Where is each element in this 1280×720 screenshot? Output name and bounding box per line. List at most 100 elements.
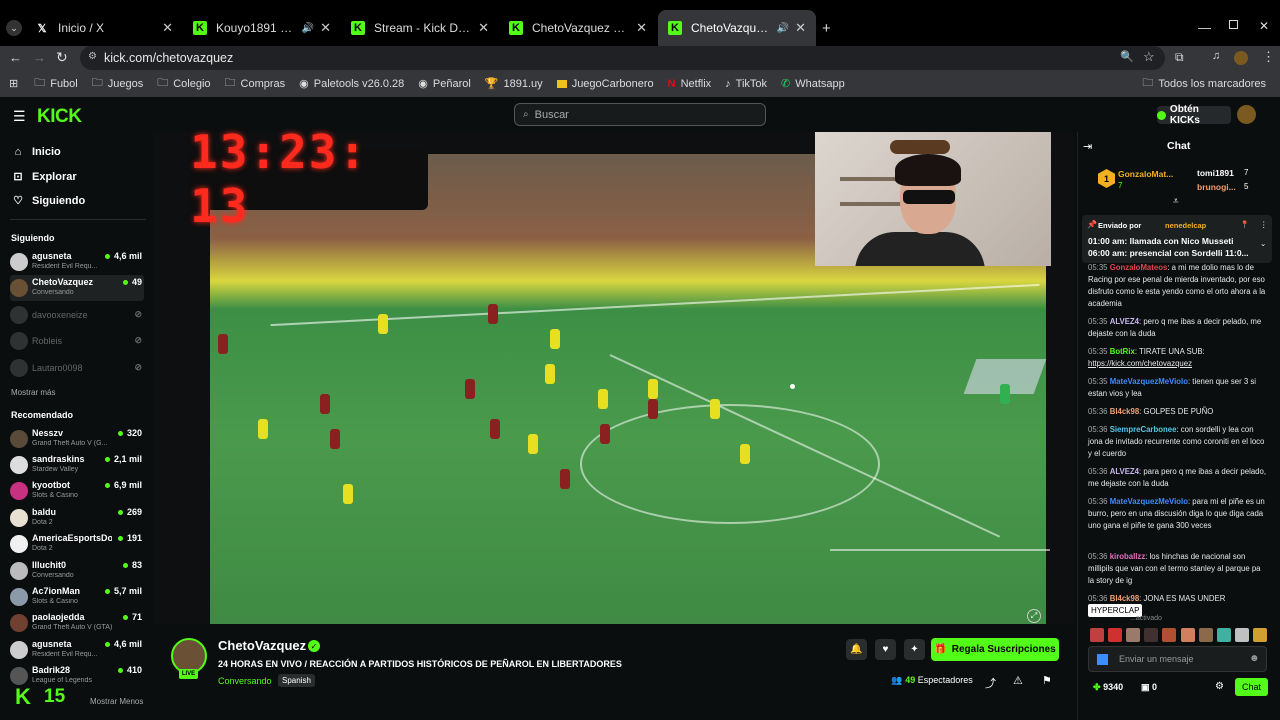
emote[interactable] bbox=[1199, 628, 1213, 642]
speaker-icon[interactable]: 🔊 bbox=[302, 23, 314, 34]
search-input[interactable]: ⌕ Buscar bbox=[514, 103, 766, 126]
nav-inicio[interactable]: ⌂ Inicio bbox=[11, 146, 61, 158]
report-icon[interactable]: ⚠ bbox=[1013, 674, 1023, 687]
following-item[interactable]: agusneta Resident Evil Requ... 4,6 mil bbox=[10, 249, 144, 275]
settings-icon[interactable]: ⚙ bbox=[1215, 681, 1224, 692]
chat-input[interactable]: Enviar un mensaje ☻ bbox=[1088, 646, 1267, 672]
emoji-icon[interactable]: ☻ bbox=[1249, 653, 1260, 664]
tab-kouyo[interactable]: KKouyo1891 Stream - Watch🔊✕ bbox=[183, 10, 341, 46]
nav-explorar[interactable]: ⊡ Explorar bbox=[11, 170, 76, 184]
recommended-item[interactable]: baldu Dota 2 269 bbox=[10, 505, 144, 531]
bookmark-1891[interactable]: 🏆 1891.uy bbox=[485, 77, 543, 91]
recommended-item[interactable]: Ac7ionMan Slots & Casino 5,7 mil bbox=[10, 584, 144, 610]
emote[interactable] bbox=[1253, 628, 1267, 642]
recommended-item[interactable]: sandraskins Stardew Valley 2,1 mil bbox=[10, 452, 144, 478]
nav-siguiendo[interactable]: ♡ Siguiendo bbox=[11, 194, 85, 208]
emote[interactable] bbox=[1181, 628, 1195, 642]
zoom-icon[interactable]: 🔍 bbox=[1120, 50, 1134, 63]
speaker-icon[interactable]: 🔊 bbox=[777, 23, 789, 34]
back-icon[interactable]: ← bbox=[9, 50, 22, 65]
forward-icon[interactable]: → bbox=[33, 50, 46, 65]
streamer-name[interactable]: ChetoVazquez bbox=[218, 638, 306, 653]
bookmark-colegio[interactable]: 🗀 Colegio bbox=[157, 74, 210, 93]
minimize-button[interactable]: — bbox=[1198, 20, 1211, 35]
recommended-item[interactable]: agusneta Resident Evil Requ... 4,6 mil bbox=[10, 637, 144, 663]
get-kicks-button[interactable]: Obtén KICKs bbox=[1157, 104, 1231, 126]
following-item[interactable]: davooxeneize ⊘ bbox=[10, 302, 144, 328]
fullscreen-icon[interactable]: ⤢ bbox=[1027, 609, 1041, 623]
recommended-item[interactable]: AmericaEsportsDo... Dota 2 191 bbox=[10, 531, 144, 557]
reload-icon[interactable]: ↻ bbox=[56, 49, 68, 66]
hamburger-icon[interactable]: ☰ bbox=[13, 108, 26, 125]
tab-dashboard[interactable]: KStream - Kick Dashboard✕ bbox=[341, 10, 499, 46]
bookmark-star-icon[interactable]: ☆ bbox=[1143, 49, 1155, 65]
language-tag[interactable]: Spanish bbox=[278, 674, 315, 687]
bookmark-penarol[interactable]: ◉ Peñarol bbox=[418, 77, 471, 91]
address-bar[interactable]: ⚙ kick.com/chetovazquez 🔍 ☆ bbox=[80, 46, 1165, 70]
collapse-chat-icon[interactable]: ⇥ bbox=[1083, 140, 1092, 153]
follow-button[interactable]: ♥ bbox=[875, 639, 896, 660]
following-item[interactable]: ChetoVazquez Conversando 49 bbox=[10, 275, 144, 301]
user-avatar[interactable] bbox=[1237, 105, 1256, 124]
unpin-icon[interactable]: 📍 bbox=[1240, 220, 1249, 229]
expand-icon[interactable]: ⌄ bbox=[1260, 239, 1266, 248]
tab-x[interactable]: 𝕏 Inicio / X ✕ bbox=[25, 10, 183, 46]
profile-avatar[interactable] bbox=[1234, 51, 1248, 65]
bookmark-netflix[interactable]: N Netflix bbox=[668, 78, 712, 90]
emote[interactable] bbox=[1217, 628, 1231, 642]
extensions-icon[interactable]: ⧉ bbox=[1175, 50, 1184, 65]
stream-category[interactable]: Conversando bbox=[218, 676, 272, 686]
close-icon[interactable]: ✕ bbox=[472, 20, 489, 36]
bookmark-paletools[interactable]: ◉ Paletools v26.0.28 bbox=[299, 77, 404, 91]
bookmark-juegos[interactable]: 🗀 Juegos bbox=[92, 74, 143, 93]
gift-counter[interactable]: ▣ 0 bbox=[1141, 682, 1157, 693]
emote[interactable] bbox=[1126, 628, 1140, 642]
bookmark-whatsapp[interactable]: ✆ Whatsapp bbox=[781, 77, 845, 91]
recommended-item[interactable]: paolaojedda Grand Theft Auto V (GTA) 71 bbox=[10, 610, 144, 636]
close-icon[interactable]: ✕ bbox=[789, 20, 806, 36]
more-icon[interactable]: ⋮ bbox=[1260, 220, 1268, 229]
maximize-button[interactable] bbox=[1229, 20, 1238, 29]
following-item[interactable]: Robleis ⊘ bbox=[10, 328, 144, 354]
emote[interactable] bbox=[1162, 628, 1176, 642]
following-item[interactable]: Lautaro0098 ⊘ bbox=[10, 355, 144, 381]
media-icon[interactable]: ♫ bbox=[1212, 50, 1220, 62]
close-icon[interactable]: ✕ bbox=[314, 20, 331, 36]
gift-subs-button[interactable]: 🎁 Regala Suscripciones bbox=[931, 638, 1059, 661]
chevron-down-icon[interactable]: ⩡ bbox=[1173, 196, 1179, 207]
show-more-button[interactable]: Mostrar más bbox=[11, 388, 55, 397]
recommended-item[interactable]: Nesszv Grand Theft Auto V (G... 320 bbox=[10, 426, 144, 452]
site-info-icon[interactable]: ⚙ bbox=[88, 51, 97, 62]
emote[interactable] bbox=[1108, 628, 1122, 642]
mod-icon[interactable]: ⚑ bbox=[1042, 674, 1052, 687]
send-chat-button[interactable]: Chat bbox=[1235, 678, 1268, 696]
tab-cheto-dashboard[interactable]: KChetoVazquez Stream - Kick Da✕ bbox=[499, 10, 657, 46]
emote[interactable] bbox=[1235, 628, 1249, 642]
recommended-item[interactable]: kyootbot Slots & Casino 6,9 mil bbox=[10, 478, 144, 504]
bookmark-compras[interactable]: 🗀 Compras bbox=[225, 74, 286, 93]
close-icon[interactable]: ✕ bbox=[630, 20, 647, 36]
bookmark-juegocarbonero[interactable]: JuegoCarbonero bbox=[556, 78, 654, 90]
menu-icon[interactable]: ⋮ bbox=[1262, 49, 1275, 65]
emote[interactable] bbox=[1144, 628, 1158, 642]
all-bookmarks[interactable]: 🗀 Todos los marcadores bbox=[1142, 74, 1266, 93]
show-less-button[interactable]: Mostrar Menos bbox=[90, 697, 143, 706]
channel-points[interactable]: ✤ 9340 bbox=[1093, 682, 1123, 693]
pinned-message[interactable]: 📌 Enviado por nenedelcap 📍 ⋮ 01:00 am: l… bbox=[1082, 215, 1272, 263]
kick-logo[interactable]: KICK bbox=[37, 106, 82, 128]
new-tab-button[interactable]: + bbox=[822, 20, 831, 37]
sparkle-button[interactable]: ✦ bbox=[904, 639, 925, 660]
tab-search-button[interactable]: ⌄ bbox=[6, 20, 22, 36]
emote[interactable] bbox=[1090, 628, 1104, 642]
notifications-button[interactable]: 🔔 bbox=[846, 639, 867, 660]
tab-cheto-watch[interactable]: KChetoVazquez Stream - Wa🔊✕ bbox=[658, 10, 816, 46]
avatar bbox=[10, 641, 28, 659]
apps-icon[interactable]: ⊞ bbox=[9, 77, 18, 90]
close-window-button[interactable]: ✕ bbox=[1259, 19, 1269, 33]
bookmark-fubol[interactable]: 🗀 Fubol bbox=[34, 74, 78, 93]
chat-link[interactable]: https://kick.com/chetovazquez bbox=[1088, 359, 1192, 368]
close-icon[interactable]: ✕ bbox=[156, 20, 173, 36]
recommended-item[interactable]: Illuchit0 Conversando 83 bbox=[10, 558, 144, 584]
share-icon[interactable]: ⤴ bbox=[985, 675, 996, 691]
bookmark-tiktok[interactable]: ♪ TikTok bbox=[725, 78, 767, 90]
